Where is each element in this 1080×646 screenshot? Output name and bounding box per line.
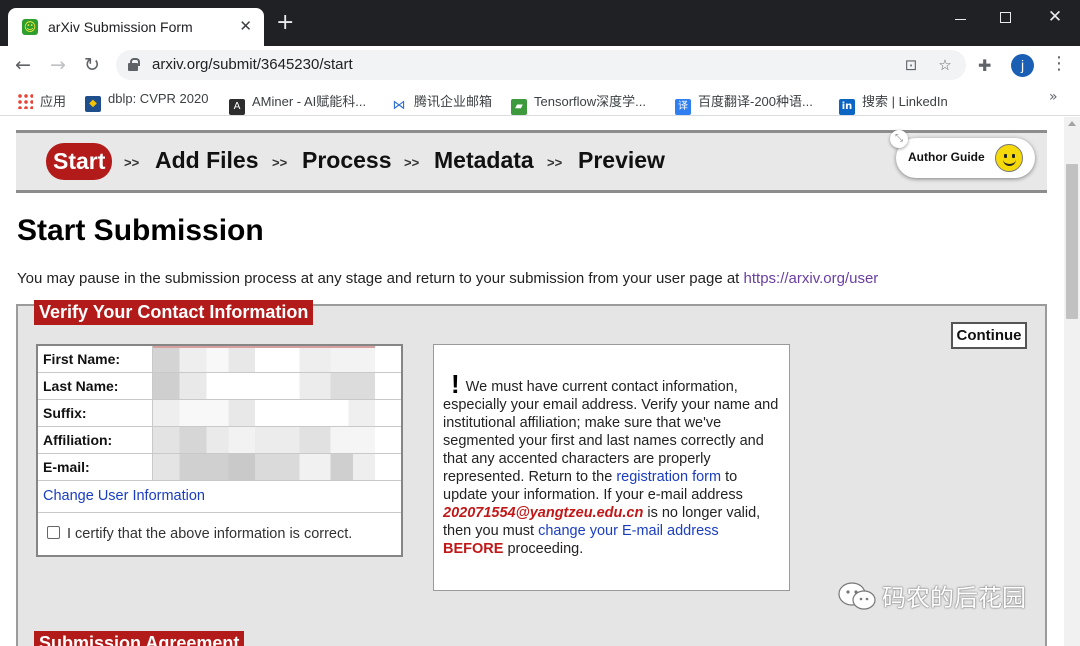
table-row: Affiliation: [38,427,401,454]
bookmarks-more-icon[interactable]: » [1049,89,1058,105]
address-bar[interactable]: arxiv.org/submit/3645230/start ⊡ ☆ [116,50,966,80]
bookmark-tensorflow[interactable]: ▰ Tensorflow深度学... [511,91,646,115]
step-add-files[interactable]: Add Files [155,147,259,174]
smiley-icon: ☺ [22,19,38,35]
step-process[interactable]: Process [302,147,392,174]
translate-icon[interactable]: ⊡ [900,54,922,76]
star-icon[interactable]: ☆ [934,54,956,76]
page-viewport: Start >> Add Files >> Process >> Metadat… [0,117,1064,646]
aminer-icon: A [229,99,245,115]
step-separator: >> [124,155,140,170]
field-label: E-mail: [43,459,90,475]
scroll-up-arrow-icon[interactable] [1068,121,1076,126]
close-tab-icon[interactable]: ✕ [239,17,252,35]
step-separator: >> [272,155,288,170]
redacted-value [152,400,401,426]
watermark: 码农的后花园 [836,578,1026,616]
certify-checkbox[interactable] [47,526,60,539]
author-guide-label: Author Guide [908,150,985,164]
browser-tab[interactable]: ☺ arXiv Submission Form ✕ [8,8,264,46]
continue-button[interactable]: Continue [951,322,1027,349]
field-label: Affiliation: [43,432,113,448]
user-page-link[interactable]: https://arxiv.org/user [744,270,879,287]
bookmarks-bar: 应用 ◆ dblp: CVPR 2020 A AMiner - AI赋能科... ⋈… [0,84,1080,116]
warning-mark: ! [451,369,460,399]
field-label: Suffix: [43,405,87,421]
url-text[interactable]: arxiv.org/submit/3645230/start [152,56,353,73]
browser-toolbar: ← → ↻ arxiv.org/submit/3645230/start ⊡ ☆… [0,46,1080,84]
extensions-puzzle-icon[interactable]: ✚ [978,56,991,75]
watermark-text: 码农的后花园 [882,585,1026,612]
contact-notice: ! We must have current contact informatio… [433,344,790,591]
field-label: Last Name: [43,378,119,394]
step-separator: >> [547,155,563,170]
redacted-value [152,427,401,453]
maximize-icon[interactable] [996,9,1016,29]
registration-form-link[interactable]: registration form [616,469,721,485]
scrollbar-thumb[interactable] [1066,164,1078,319]
section-title-agreement: Submission Agreement [34,631,245,646]
step-start-active[interactable]: Start [46,143,113,180]
redacted-value [152,346,401,372]
page-title: Start Submission [17,214,264,247]
step-separator: >> [404,155,420,170]
table-row: Last Name: [38,373,401,400]
lock-icon[interactable] [128,58,140,71]
divider [38,512,401,513]
certify-row[interactable]: I certify that the above information is … [47,526,352,542]
wechat-icon [838,582,876,610]
field-label: First Name: [43,351,121,367]
change-email-link[interactable]: change your E-mail address [538,523,719,539]
change-user-info-link[interactable]: Change User Information [43,488,205,504]
back-icon[interactable]: ← [10,52,36,78]
bookmark-dblp[interactable]: ◆ dblp: CVPR 2020 [85,91,208,112]
menu-kebab-icon[interactable]: ⋮ [1050,53,1068,74]
reload-icon[interactable]: ↻ [79,52,105,78]
certify-label: I certify that the above information is … [67,526,353,542]
author-guide-button[interactable]: ⤡ Author Guide [890,130,1035,178]
page-scrollbar[interactable] [1064,117,1080,646]
tab-title: arXiv Submission Form [48,19,193,35]
table-row: E-mail: [38,454,401,481]
bookmark-linkedin[interactable]: in 搜索 | LinkedIn [839,91,948,115]
baidu-translate-icon: 译 [675,99,691,115]
close-window-icon[interactable]: ✕ [1045,7,1065,27]
contact-info-table: First Name: Last Name: Suffix: Affiliati… [36,344,403,557]
profile-avatar[interactable]: j [1011,54,1034,77]
tensorflow-icon: ▰ [511,99,527,115]
forward-icon[interactable]: → [45,52,71,78]
bookmark-apps[interactable]: 应用 [17,91,66,109]
before-emphasis: BEFORE [443,541,504,557]
section-title-contact: Verify Your Contact Information [34,300,314,325]
apps-grid-icon [17,93,33,109]
tencent-mail-icon: ⋈ [391,98,407,114]
tab-strip: ☺ arXiv Submission Form ✕ + ✕ [0,0,1080,46]
bookmark-baidu-translate[interactable]: 译百度翻译-200种语... [675,91,813,115]
intro-text: You may pause in the submission process … [17,270,879,287]
pin-icon: ⤡ [890,130,908,148]
step-metadata[interactable]: Metadata [434,147,534,174]
bookmark-tencent-mail[interactable]: ⋈ 腾讯企业邮箱 [391,91,492,114]
step-preview[interactable]: Preview [578,147,665,174]
new-tab-icon[interactable]: + [276,12,294,34]
submission-steps-bar: Start >> Add Files >> Process >> Metadat… [16,130,1047,193]
redacted-value [152,373,401,399]
table-row: First Name: [38,346,401,373]
table-row: Suffix: [38,400,401,427]
dblp-icon: ◆ [85,96,101,112]
smiley-icon [995,144,1023,172]
linkedin-icon: in [839,99,855,115]
bookmark-aminer[interactable]: A AMiner - AI赋能科... [229,91,366,115]
minimize-icon[interactable] [950,9,970,29]
redacted-value [152,454,401,480]
user-email: 202071554@yangtzeu.edu.cn [443,505,644,521]
